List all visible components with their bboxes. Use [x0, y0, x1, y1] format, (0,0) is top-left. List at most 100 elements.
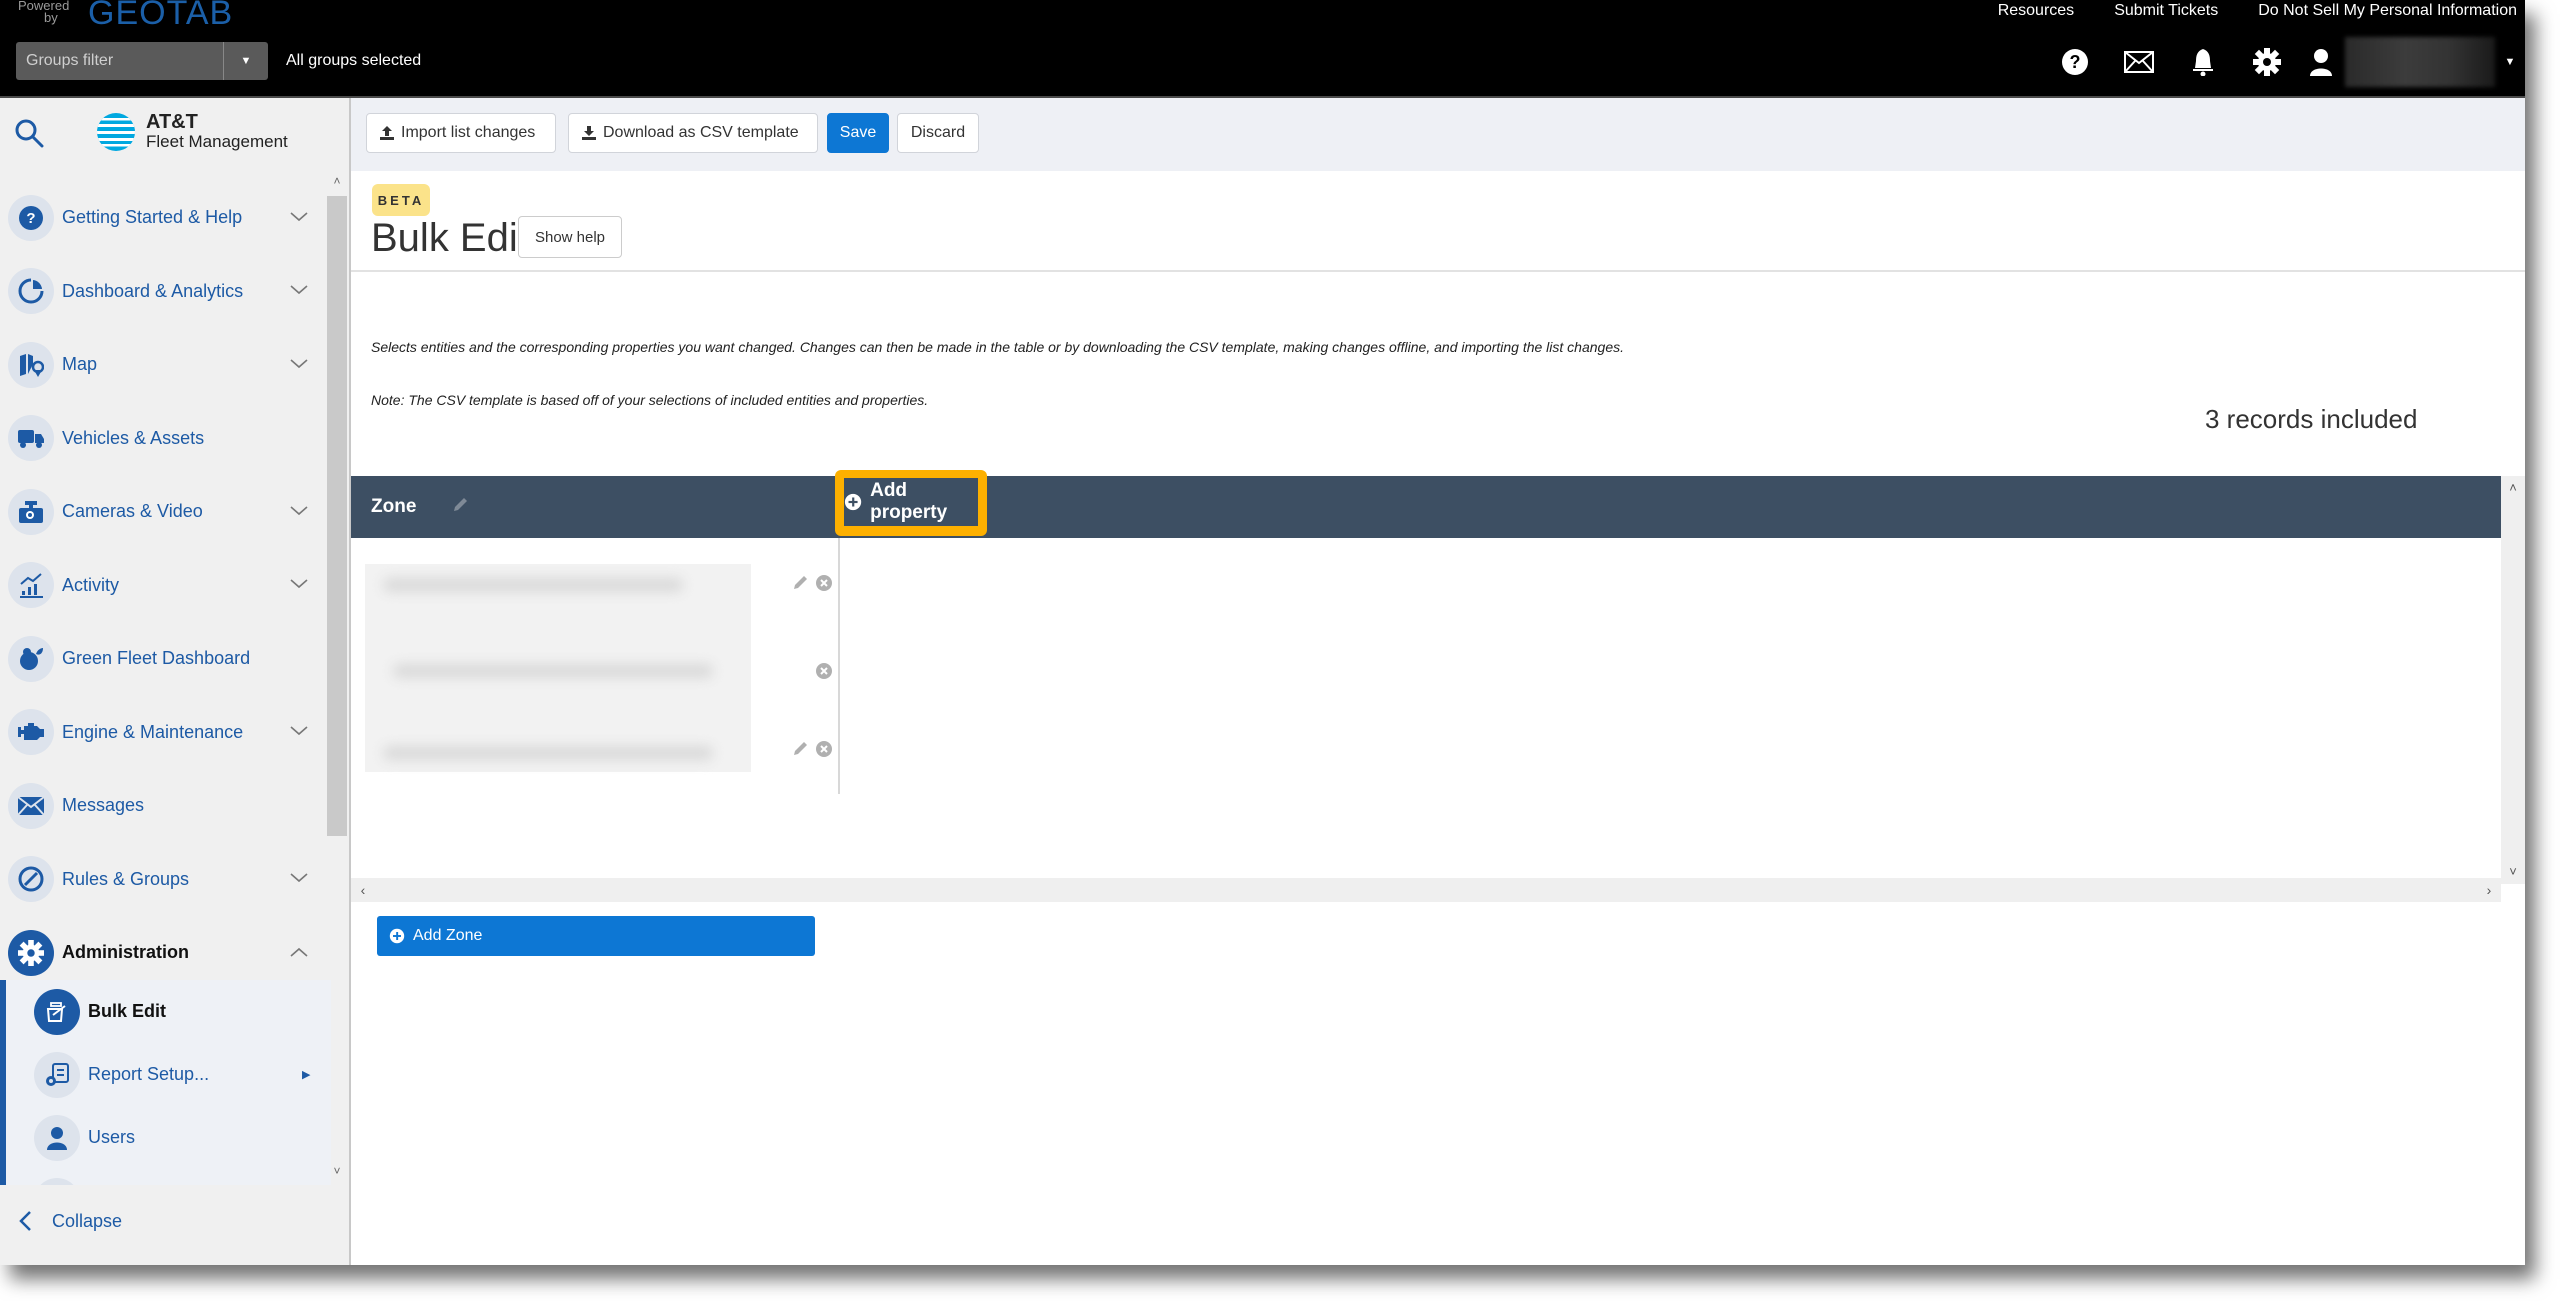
- sidebar-item-map[interactable]: Map: [0, 328, 325, 402]
- grid-horizontal-scrollbar[interactable]: ‹ ›: [351, 878, 2501, 902]
- sidebar-item-label: Map: [62, 354, 98, 375]
- add-property-button[interactable]: Add property: [844, 478, 978, 526]
- sidebar-item-label: Rules & Groups: [62, 868, 190, 889]
- column-header-zone: Zone: [371, 496, 417, 517]
- download-csv-template-button[interactable]: Download as CSV template: [568, 113, 818, 153]
- beta-badge: BETA: [372, 184, 430, 216]
- chevron-down-icon[interactable]: [290, 870, 308, 888]
- gear-icon[interactable]: [2235, 38, 2299, 86]
- sidebar: AT&T Fleet Management ? Getting Started …: [0, 98, 351, 1265]
- page-description: Selects entities and the corresponding p…: [371, 339, 1625, 355]
- header-divider: [351, 270, 2525, 272]
- scroll-down-icon[interactable]: ˅: [2501, 860, 2525, 884]
- bulk-edit-icon: [34, 988, 80, 1035]
- column-divider: [838, 538, 840, 794]
- gear-icon: [8, 929, 54, 976]
- sidebar-item-label: Messages: [62, 795, 145, 816]
- scroll-left-icon[interactable]: ‹: [351, 878, 375, 902]
- chevron-up-icon[interactable]: [290, 944, 308, 962]
- powered-by-label: Powered by: [18, 0, 70, 25]
- scroll-up-icon[interactable]: ˄: [2501, 476, 2525, 500]
- download-label: Download as CSV template: [603, 124, 799, 141]
- scrollbar-thumb[interactable]: [327, 196, 347, 836]
- chevron-down-icon[interactable]: [290, 503, 308, 521]
- zone-value-redacted[interactable]: [383, 578, 683, 592]
- sidebar-item-messages[interactable]: Messages: [0, 769, 325, 843]
- sidebar-item-activity[interactable]: Activity: [0, 549, 325, 623]
- bell-icon[interactable]: [2171, 38, 2235, 86]
- resources-link[interactable]: Resources: [1998, 2, 2074, 20]
- chevron-down-icon[interactable]: [290, 576, 308, 594]
- do-not-sell-link[interactable]: Do Not Sell My Personal Information: [2258, 2, 2517, 20]
- pencil-icon[interactable]: [791, 574, 809, 597]
- sidebar-item-report-setup[interactable]: Report Setup... ▶: [6, 1043, 331, 1106]
- show-help-button[interactable]: Show help: [518, 216, 622, 258]
- toolbar: Import list changes Download as CSV temp…: [351, 98, 2525, 171]
- groups-filter-input[interactable]: Groups filter: [26, 52, 113, 70]
- scroll-right-icon[interactable]: ›: [2477, 878, 2501, 902]
- remove-circle-icon[interactable]: [815, 740, 833, 763]
- submit-tickets-link[interactable]: Submit Tickets: [2114, 2, 2218, 20]
- chevron-down-icon[interactable]: [290, 282, 308, 300]
- remove-circle-icon[interactable]: [815, 662, 833, 685]
- map-icon: [8, 341, 54, 388]
- user-name-redacted[interactable]: [2345, 37, 2495, 87]
- camera-icon: [8, 488, 54, 535]
- pencil-icon[interactable]: [791, 740, 809, 763]
- chevron-down-icon[interactable]: [290, 209, 308, 227]
- leaf-icon: [8, 635, 54, 682]
- top-links: Resources Submit Tickets Do Not Sell My …: [1998, 2, 2517, 20]
- scroll-up-icon[interactable]: ˄: [327, 174, 347, 194]
- table-row[interactable]: [365, 650, 833, 736]
- add-zone-label: Add Zone: [413, 927, 483, 944]
- page-note: Note: The CSV template is based off of y…: [371, 392, 929, 408]
- sidebar-item-dashboard[interactable]: Dashboard & Analytics: [0, 255, 325, 329]
- pencil-icon[interactable]: [451, 496, 469, 519]
- grid-header: Zone Add property: [351, 470, 2501, 538]
- import-list-changes-button[interactable]: Import list changes: [366, 113, 556, 153]
- chevron-left-icon: [19, 1211, 31, 1231]
- save-button[interactable]: Save: [827, 113, 889, 153]
- mail-icon[interactable]: [2107, 38, 2171, 86]
- sidebar-item-green-fleet[interactable]: Green Fleet Dashboard: [0, 622, 325, 696]
- top-icons: ? ▼: [2043, 37, 2525, 87]
- sidebar-item-engine[interactable]: Engine & Maintenance: [0, 696, 325, 770]
- grid-vertical-scrollbar[interactable]: ˄ ˅: [2501, 476, 2525, 884]
- sidebar-scrollbar[interactable]: ˄ ˅: [327, 174, 347, 1184]
- chevron-down-icon[interactable]: [290, 356, 308, 374]
- remove-circle-icon[interactable]: [815, 574, 833, 597]
- caret-right-icon[interactable]: ▶: [302, 1068, 310, 1081]
- scroll-down-icon[interactable]: ˅: [327, 1164, 347, 1184]
- sidebar-item-users[interactable]: Users: [6, 1106, 331, 1169]
- chevron-down-icon[interactable]: [290, 723, 308, 741]
- search-icon[interactable]: [14, 118, 44, 153]
- zone-rows: [365, 564, 833, 822]
- sidebar-item-vehicles[interactable]: Vehicles & Assets: [0, 402, 325, 476]
- administration-submenu: Bulk Edit Report Setup... ▶ Users: [0, 980, 331, 1185]
- table-row[interactable]: [365, 736, 833, 822]
- caret-down-icon[interactable]: ▼: [2495, 56, 2525, 68]
- sidebar-item-label: Vehicles & Assets: [62, 427, 205, 448]
- sidebar-item-label: Administration: [62, 942, 190, 963]
- sidebar-item-getting-started[interactable]: ? Getting Started & Help: [0, 181, 325, 255]
- sidebar-item-rules[interactable]: Rules & Groups: [0, 843, 325, 917]
- zone-value-redacted[interactable]: [383, 746, 713, 760]
- add-zone-button[interactable]: Add Zone: [377, 916, 815, 956]
- collapse-label: Collapse: [52, 1210, 123, 1231]
- sidebar-item-bulk-edit[interactable]: Bulk Edit: [6, 980, 331, 1043]
- user-icon[interactable]: [2299, 38, 2343, 86]
- app-window: Powered by GEOTAB Groups filter ▼ All gr…: [0, 0, 2525, 1265]
- groups-filter[interactable]: Groups filter ▼: [16, 42, 268, 80]
- caret-down-icon[interactable]: ▼: [224, 42, 268, 80]
- sidebar-item-cameras[interactable]: Cameras & Video: [0, 475, 325, 549]
- pie-chart-icon: [8, 268, 54, 315]
- zone-value-redacted[interactable]: [393, 664, 713, 678]
- sidebar-item-partial[interactable]: [6, 1169, 331, 1185]
- list-icon: [34, 1177, 80, 1185]
- sidebar-item-administration[interactable]: Administration: [0, 916, 325, 990]
- collapse-button[interactable]: Collapse: [18, 1210, 122, 1232]
- table-row[interactable]: [365, 564, 833, 650]
- discard-button[interactable]: Discard: [897, 113, 979, 153]
- brand-line-1: AT&T: [146, 111, 198, 133]
- help-icon[interactable]: ?: [2043, 38, 2107, 86]
